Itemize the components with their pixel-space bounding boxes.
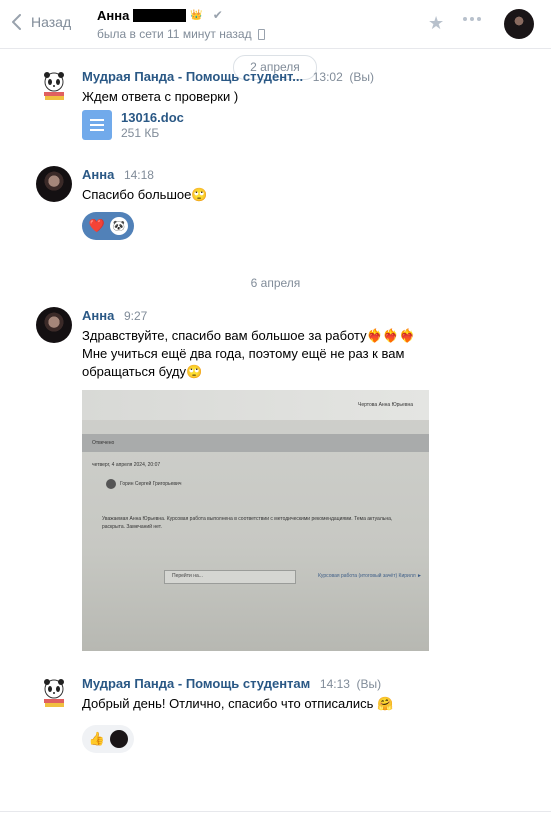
message-text: Добрый день! Отлично, спасибо что отписа… xyxy=(82,696,394,711)
photo-text: четверг, 4 апреля 2024, 20:07 xyxy=(92,462,161,468)
thumbs-up-reaction-icon[interactable]: 👍 xyxy=(88,730,106,748)
message-time[interactable]: 14:18 xyxy=(124,168,154,182)
photo-text: Уважаемая Анна Юрьевна. Курсовая работа … xyxy=(102,516,393,522)
message-author[interactable]: Мудрая Панда - Помощь студентам xyxy=(82,676,310,691)
avatar-panda[interactable] xyxy=(36,675,72,711)
reactions[interactable]: 👍 xyxy=(82,725,134,753)
reactions[interactable]: ❤️ 🐼 xyxy=(82,212,134,240)
mobile-icon xyxy=(257,28,265,40)
message-text: Спасибо большое🙄 xyxy=(82,187,208,202)
back-label: Назад xyxy=(31,14,72,30)
photo-avatar xyxy=(106,479,116,489)
message-time[interactable]: 9:27 xyxy=(124,309,147,323)
divider xyxy=(0,811,551,812)
file-attachment[interactable]: 13016.doc 251 КБ xyxy=(82,110,551,140)
message-text-line: Мне учиться ещё два года, поэтому ещё не… xyxy=(82,346,405,361)
anna-reaction-avatar[interactable] xyxy=(110,730,128,748)
message-author[interactable]: Анна xyxy=(82,308,114,323)
photo-text: Горин Сергей Григорьевич xyxy=(120,481,182,487)
message-tag: (Вы) xyxy=(349,70,375,84)
message-author[interactable]: Мудрая Панда - Помощь студент... xyxy=(82,69,303,84)
chat-header: Назад Анна 👑 ✔ была в сети 11 минут наза… xyxy=(0,0,551,49)
message-tag: (Вы) xyxy=(356,677,382,691)
chevron-left-icon xyxy=(12,14,21,30)
document-icon xyxy=(82,110,112,140)
verified-check-icon: ✔ xyxy=(212,8,223,22)
avatar-anna[interactable] xyxy=(36,307,72,343)
photo-text: Курсовая работа (итоговый зачёт) Кирилл … xyxy=(318,573,422,579)
panda-icon xyxy=(44,72,64,100)
message-author[interactable]: Анна xyxy=(82,167,114,182)
photo-text: Чертова Анна Юрьевна xyxy=(358,402,414,408)
date-separator: 6 апреля xyxy=(250,276,301,290)
peer-info[interactable]: Анна 👑 ✔ была в сети 11 минут назад xyxy=(97,6,265,41)
photo-attachment[interactable]: Чертова Анна Юрьевна Отвечено четверг, 4… xyxy=(82,390,429,651)
message-text: Ждем ответа с проверки ) xyxy=(82,89,239,104)
photo-screen-stripe xyxy=(82,434,429,452)
heart-reaction-icon[interactable]: ❤️ xyxy=(88,217,106,235)
photo-text: Перейти на... xyxy=(172,573,203,579)
message-time[interactable]: 13:02 xyxy=(313,70,343,84)
more-icon[interactable] xyxy=(463,17,481,21)
star-icon[interactable]: ★ xyxy=(428,13,444,34)
panda-icon xyxy=(44,679,64,707)
peer-status: была в сети 11 минут назад xyxy=(97,27,252,41)
photo-text: раскрыта. Замечаний нет. xyxy=(102,524,162,530)
avatar-anna[interactable] xyxy=(36,166,72,202)
redaction-box xyxy=(133,8,187,22)
message-time[interactable]: 14:13 xyxy=(320,677,350,691)
crown-icon: 👑 xyxy=(190,9,203,21)
photo-text: Отвечено xyxy=(92,440,115,446)
panda-reaction-avatar[interactable]: 🐼 xyxy=(110,217,128,235)
avatar-panda[interactable] xyxy=(36,68,72,104)
file-name[interactable]: 13016.doc xyxy=(121,110,184,125)
header-avatar[interactable] xyxy=(504,9,534,39)
message-text-line: обращаться буду🙄 xyxy=(82,364,203,379)
file-size: 251 КБ xyxy=(121,126,160,140)
message-text-line: Здравствуйте, спасибо вам большое за раб… xyxy=(82,328,416,343)
back-button[interactable]: Назад xyxy=(12,14,71,30)
peer-name: Анна xyxy=(97,7,130,23)
